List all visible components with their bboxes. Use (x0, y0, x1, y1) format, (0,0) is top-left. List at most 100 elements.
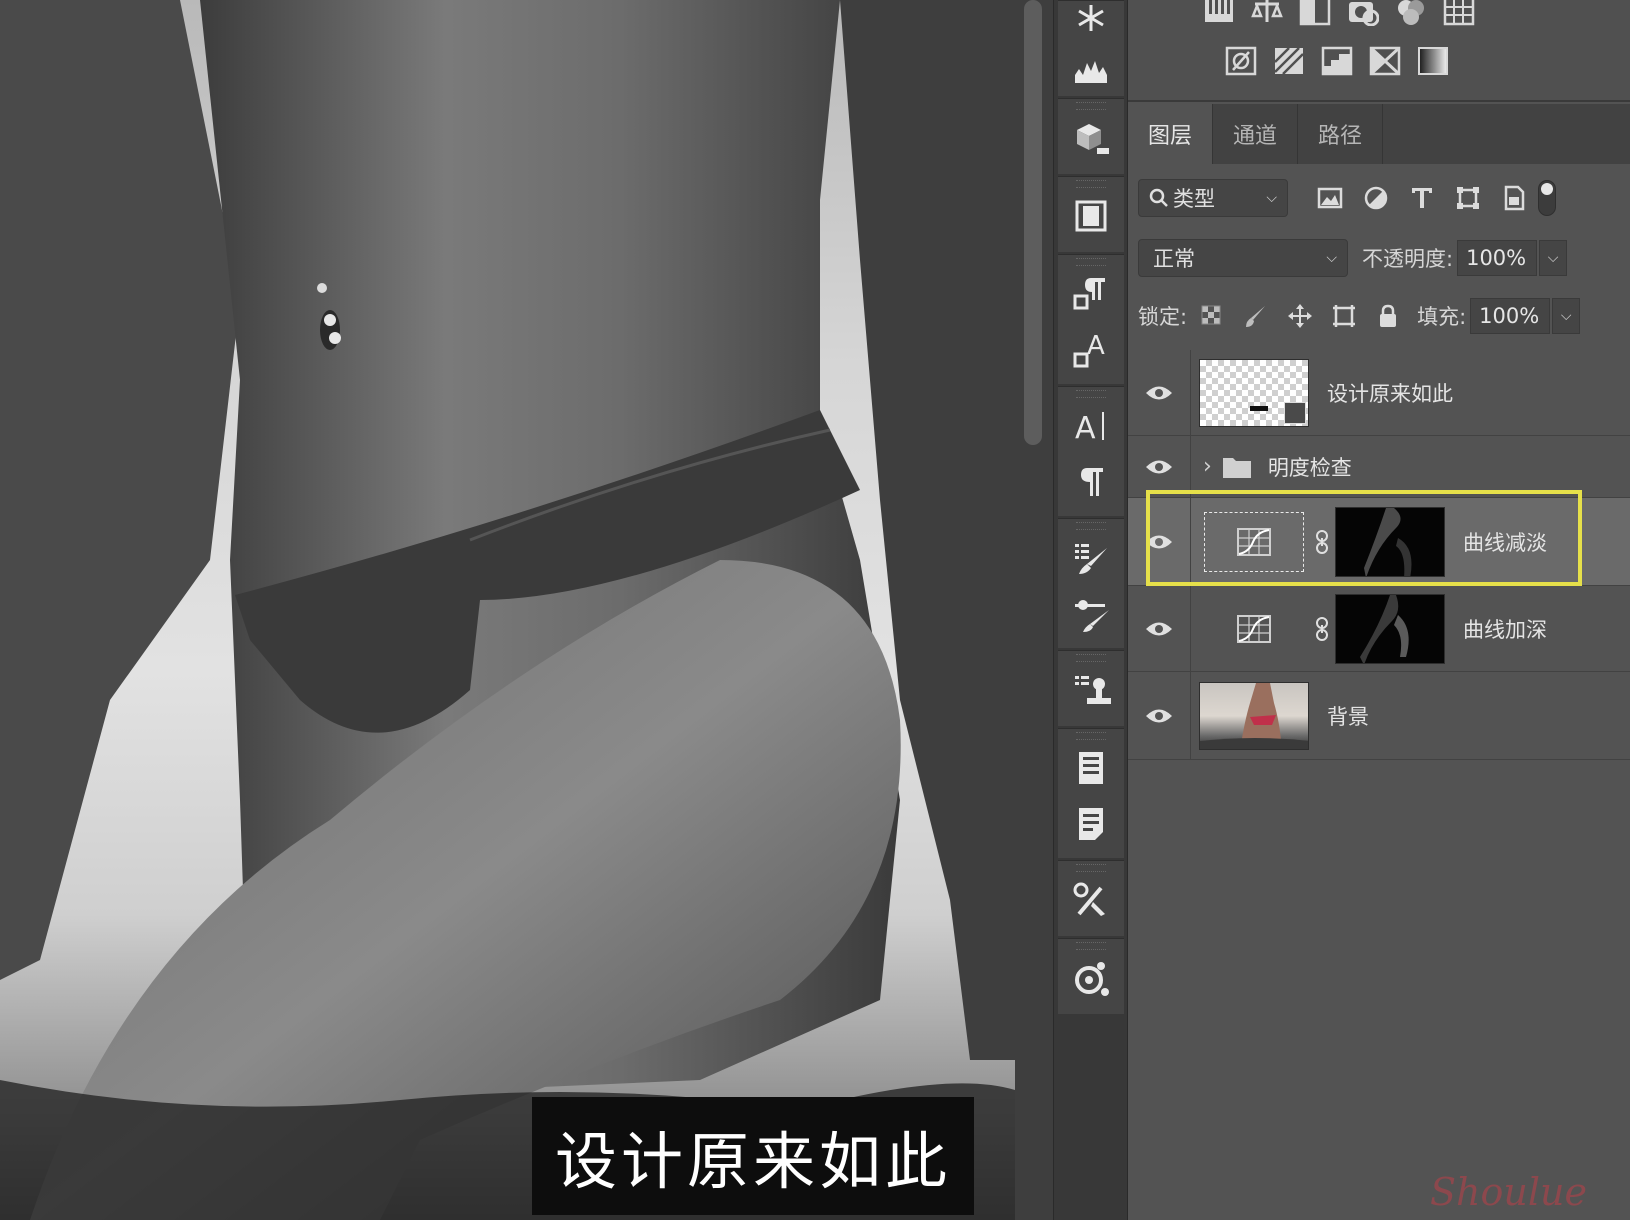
invert-icon[interactable] (1224, 44, 1258, 78)
asterisk-icon[interactable] (1058, 1, 1124, 41)
pixel-filter-icon[interactable] (1316, 184, 1344, 212)
levels-icon[interactable] (1250, 0, 1284, 28)
strip-group-9 (1058, 860, 1124, 936)
paragraph-style-icon[interactable] (1058, 266, 1124, 322)
frame-icon[interactable] (1058, 188, 1124, 244)
watermark: Shoulue (1430, 1170, 1587, 1214)
lock-artboard-icon[interactable] (1331, 303, 1357, 329)
smart-object-badge-icon (1284, 401, 1306, 424)
character-style-icon[interactable]: A (1058, 322, 1124, 378)
layer-row-background[interactable]: 背景 (1128, 672, 1630, 760)
tab-channels[interactable]: 通道 (1213, 104, 1299, 164)
canvas-image[interactable]: 设计原来如此 (0, 0, 1015, 1220)
strip-group-7 (1058, 650, 1124, 726)
brush-preset-icon[interactable] (1058, 530, 1124, 586)
tab-layers[interactable]: 图层 (1128, 104, 1214, 164)
layer-name: 曲线加深 (1463, 617, 1547, 642)
layer-thumbnail (1199, 681, 1309, 750)
strip-group-1 (1058, 0, 1124, 96)
lock-transparent-icon[interactable] (1199, 303, 1225, 329)
fill-label: 填充: (1417, 305, 1467, 329)
threshold-icon[interactable] (1320, 44, 1354, 78)
brightness-icon[interactable] (1202, 0, 1236, 28)
blend-row: 正常 ⌵ 不透明度: 100% ⌵ (1138, 238, 1618, 278)
clone-source-icon[interactable] (1058, 662, 1124, 718)
filter-toggle[interactable] (1538, 180, 1556, 216)
opacity-dropdown-button[interactable]: ⌵ (1539, 240, 1568, 276)
layer-name: 曲线减淡 (1463, 530, 1547, 555)
lock-all-icon[interactable] (1375, 303, 1401, 329)
filter-type-dropdown[interactable]: 类型 ⌵ (1138, 179, 1288, 217)
tab-paths[interactable]: 路径 (1298, 104, 1384, 164)
properties-icon[interactable] (1058, 740, 1124, 796)
strip-group-6 (1058, 518, 1124, 648)
modifier-icon[interactable] (1058, 950, 1124, 1006)
notes-icon[interactable] (1058, 796, 1124, 852)
eye-icon[interactable] (1128, 384, 1190, 402)
eye-icon[interactable] (1128, 620, 1190, 638)
strip-group-8 (1058, 728, 1124, 858)
layer-mask-thumbnail (1335, 506, 1445, 577)
layer-name: 明度检查 (1267, 455, 1352, 480)
histogram-icon[interactable] (1058, 41, 1124, 97)
adjustment-filter-icon[interactable] (1362, 184, 1390, 212)
tool-presets-icon[interactable] (1058, 872, 1124, 928)
type-filter-icon[interactable] (1408, 184, 1436, 212)
gradient-map-icon[interactable] (1416, 44, 1450, 78)
filter-type-label: 类型 (1173, 187, 1215, 211)
photo-illustration (0, 0, 1015, 1220)
lock-pixels-icon[interactable] (1243, 303, 1269, 329)
svg-text:A: A (1087, 331, 1105, 361)
right-panel: 图层 通道 路径 类型 ⌵ 正常 ⌵ 不透明度: 100% ⌵ 锁定: 填充: … (1128, 0, 1630, 1220)
layers-list: 设计原来如此 › 明度检查 曲线减淡 曲线加深 背景 (1128, 350, 1630, 760)
link-icon[interactable] (1309, 529, 1335, 555)
vibrance-icon[interactable] (1394, 0, 1428, 28)
svg-text:A: A (1075, 411, 1096, 446)
opacity-label: 不透明度: (1362, 247, 1454, 271)
link-icon[interactable] (1309, 616, 1335, 642)
strip-group-5: A (1058, 386, 1124, 516)
layer-row-group[interactable]: › 明度检查 (1128, 436, 1630, 498)
smart-object-filter-icon[interactable] (1500, 184, 1528, 212)
brush-settings-icon[interactable] (1058, 586, 1124, 642)
layer-thumbnail (1199, 358, 1309, 427)
layer-name: 设计原来如此 (1327, 381, 1453, 406)
character-icon[interactable]: A (1058, 398, 1124, 454)
lock-position-icon[interactable] (1287, 303, 1313, 329)
exposure-icon[interactable] (1346, 0, 1380, 28)
selective-color-icon[interactable] (1368, 44, 1402, 78)
fill-dropdown-button[interactable]: ⌵ (1552, 298, 1581, 334)
layers-tabs: 图层 通道 路径 (1128, 104, 1630, 164)
opacity-input[interactable]: 100% (1457, 240, 1538, 276)
scrollbar-thumb[interactable] (1024, 0, 1042, 445)
blend-mode-value: 正常 (1153, 247, 1195, 271)
lock-row: 锁定: 填充: 100% ⌵ (1138, 296, 1618, 336)
caption-text: 设计原来如此 (532, 1097, 974, 1215)
blend-mode-dropdown[interactable]: 正常 ⌵ (1138, 239, 1348, 277)
eye-icon[interactable] (1128, 458, 1190, 476)
eye-icon[interactable] (1128, 533, 1190, 551)
paragraph-icon[interactable] (1058, 454, 1124, 510)
3d-icon[interactable] (1058, 110, 1124, 166)
canvas-scrollbar[interactable] (1015, 0, 1053, 1220)
layer-row-curves-burn[interactable]: 曲线加深 (1128, 586, 1630, 672)
fill-input[interactable]: 100% (1470, 298, 1551, 334)
posterize-icon[interactable] (1272, 44, 1306, 78)
eye-icon[interactable] (1128, 707, 1190, 725)
layer-row-curves-dodge[interactable]: 曲线减淡 (1128, 498, 1630, 586)
folder-icon (1222, 457, 1251, 478)
curves-adjustment-icon (1199, 507, 1309, 577)
strip-group-3 (1058, 176, 1124, 252)
strip-group-4: A (1058, 254, 1124, 384)
layer-mask-thumbnail (1335, 593, 1445, 664)
curves-icon[interactable] (1298, 0, 1332, 28)
chevron-down-icon: ⌵ (1326, 250, 1337, 266)
panel-tool-strip: A A (1053, 0, 1128, 1220)
layer-row-text[interactable]: 设计原来如此 (1128, 350, 1630, 436)
shape-filter-icon[interactable] (1454, 184, 1482, 212)
chevron-right-icon[interactable]: › (1203, 454, 1212, 479)
hue-icon[interactable] (1442, 0, 1476, 28)
search-icon (1149, 188, 1168, 207)
layer-name: 背景 (1327, 704, 1369, 729)
curves-adjustment-icon (1199, 594, 1309, 664)
